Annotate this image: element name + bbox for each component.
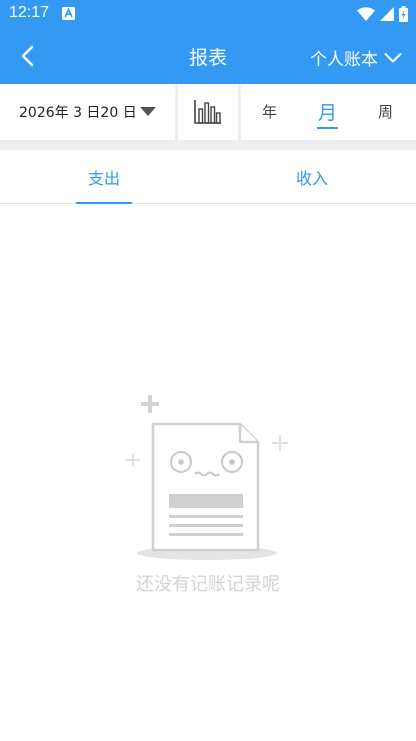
tab-active-indicator — [76, 202, 132, 204]
tab-expense-label: 支出 — [87, 169, 120, 188]
filter-bar: 2026年 3 日20 日 年 月 周 — [0, 84, 416, 140]
empty-document-icon — [126, 395, 288, 560]
app-bar: 报表 个人账本 — [0, 28, 416, 84]
period-month-label: 月 — [318, 102, 338, 124]
system-icons — [357, 6, 408, 22]
divider — [238, 84, 241, 140]
date-picker[interactable]: 2026年 3 日20 日 — [0, 84, 175, 140]
status-bar: 12:17 — [0, 0, 416, 28]
caret-down-icon — [140, 107, 156, 116]
tab-expense[interactable]: 支出 — [0, 150, 208, 204]
notification-icon — [62, 7, 75, 20]
account-selector-label: 个人账本 — [310, 50, 378, 70]
chevron-down-icon — [384, 52, 402, 62]
empty-state-message: 还没有记账记录呢 — [136, 574, 280, 595]
wifi-icon — [357, 7, 375, 21]
period-week[interactable]: 周 — [378, 101, 393, 122]
period-year[interactable]: 年 — [262, 101, 277, 122]
account-selector[interactable]: 个人账本 — [310, 45, 402, 70]
period-active-underline — [317, 127, 339, 129]
battery-icon — [399, 6, 408, 22]
bar-chart-icon — [194, 100, 221, 124]
section-divider — [0, 140, 416, 150]
date-label: 2026年 3 日20 日 — [19, 105, 137, 121]
period-month[interactable]: 月 — [317, 98, 339, 129]
tab-income-label: 收入 — [295, 169, 328, 188]
signal-icon — [380, 7, 394, 21]
chart-type-button[interactable] — [178, 84, 238, 140]
type-tabs: 支出 收入 — [0, 150, 416, 204]
status-time: 12:17 — [9, 4, 50, 21]
tab-income[interactable]: 收入 — [208, 150, 416, 204]
